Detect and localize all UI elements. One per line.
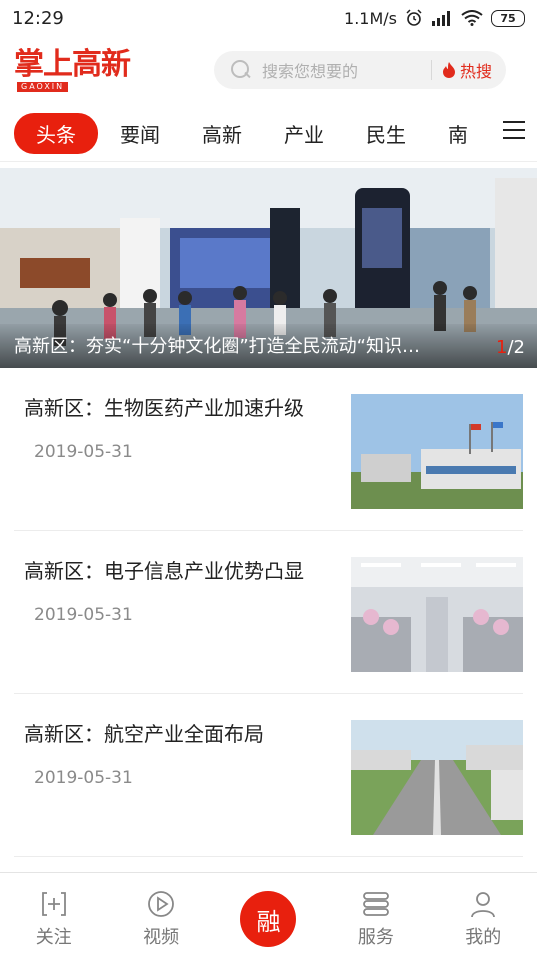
logo-text: 掌上高新	[14, 47, 131, 82]
signal-icon	[432, 11, 450, 26]
tab-south[interactable]: 南	[448, 119, 468, 148]
tabs-fade	[467, 106, 497, 161]
banner-caption: 高新区：夯实“十分钟文化圈”打造全民流动“知识…	[14, 336, 420, 357]
banner-pager-total: /2	[507, 337, 525, 358]
hot-search-button[interactable]: 热搜	[460, 58, 492, 82]
flame-icon	[442, 62, 455, 78]
nav-follow[interactable]: 关注	[0, 873, 107, 961]
play-circle-icon	[148, 891, 174, 917]
nav-service-label: 服务	[357, 927, 394, 948]
logo-subtext: GAOXIN	[17, 82, 69, 92]
tab-livelihood[interactable]: 民生	[366, 119, 406, 148]
channel-tabs: 头条 要闻 高新 产业 民生 南	[0, 106, 537, 162]
app-header: 掌上高新 GAOXIN 搜索您想要的 热搜	[0, 36, 537, 104]
center-action-button[interactable]: 融	[240, 891, 297, 947]
battery-level: 75	[500, 11, 516, 25]
battery-icon: 75	[491, 9, 525, 27]
news-date: 2019-05-31	[34, 768, 133, 788]
tab-industry[interactable]: 产业	[284, 119, 324, 148]
app-logo: 掌上高新 GAOXIN	[14, 46, 134, 94]
nav-profile[interactable]: 我的	[430, 873, 537, 961]
center-action-label: 融	[256, 907, 281, 936]
news-item[interactable]: 高新区：电子信息产业优势凸显 2019-05-31	[14, 531, 523, 694]
tab-headline[interactable]: 头条	[14, 113, 98, 154]
alarm-icon	[406, 9, 422, 26]
search-bar[interactable]: 搜索您想要的 热搜	[214, 51, 506, 89]
news-item[interactable]: 高新区：生物医药产业加速升级 2019-05-31	[14, 368, 523, 531]
headline-banner[interactable]: 高新区：夯实“十分钟文化圈”打造全民流动“知识… 1/2	[0, 168, 537, 368]
nav-video[interactable]: 视频	[107, 873, 214, 961]
user-icon	[471, 892, 496, 918]
plus-square-icon	[41, 892, 66, 916]
news-list: 高新区：生物医药产业加速升级 2019-05-31 高新区：电子信息产业优势凸显…	[0, 368, 537, 857]
list-icon	[362, 892, 389, 916]
status-bar: 12:29 1.1M/s 75	[0, 0, 537, 36]
news-date: 2019-05-31	[34, 442, 133, 462]
nav-center[interactable]: 融	[215, 873, 322, 961]
status-icons: 1.1M/s 75	[344, 9, 525, 28]
app-screen: 12:29 1.1M/s 75 掌上高新 GAOXIN 搜索您想要的 热搜 头条…	[0, 0, 537, 961]
news-thumbnail	[351, 557, 523, 672]
tab-gaoxin[interactable]: 高新	[202, 119, 242, 148]
nav-service[interactable]: 服务	[322, 873, 429, 961]
nav-follow-label: 关注	[35, 927, 72, 948]
nav-profile-label: 我的	[465, 927, 502, 948]
search-icon	[230, 59, 252, 81]
nav-video-label: 视频	[143, 927, 180, 948]
menu-icon[interactable]	[503, 121, 525, 141]
search-placeholder[interactable]: 搜索您想要的	[262, 58, 431, 82]
news-title: 高新区：航空产业全面布局	[24, 722, 264, 746]
banner-pager-current: 1	[496, 337, 508, 358]
news-thumbnail	[351, 394, 523, 509]
status-time: 12:29	[12, 7, 64, 29]
news-title: 高新区：生物医药产业加速升级	[24, 396, 304, 420]
network-speed: 1.1M/s	[344, 8, 397, 28]
tab-news[interactable]: 要闻	[120, 119, 160, 148]
news-thumbnail	[351, 720, 523, 835]
banner-pager: 1/2	[496, 337, 525, 358]
search-divider	[430, 60, 432, 80]
news-item[interactable]: 高新区：航空产业全面布局 2019-05-31	[14, 694, 523, 857]
wifi-icon	[461, 10, 483, 26]
bottom-nav: 关注 视频 融 服务 我的	[0, 872, 537, 961]
news-title: 高新区：电子信息产业优势凸显	[24, 559, 304, 583]
news-date: 2019-05-31	[34, 605, 133, 625]
